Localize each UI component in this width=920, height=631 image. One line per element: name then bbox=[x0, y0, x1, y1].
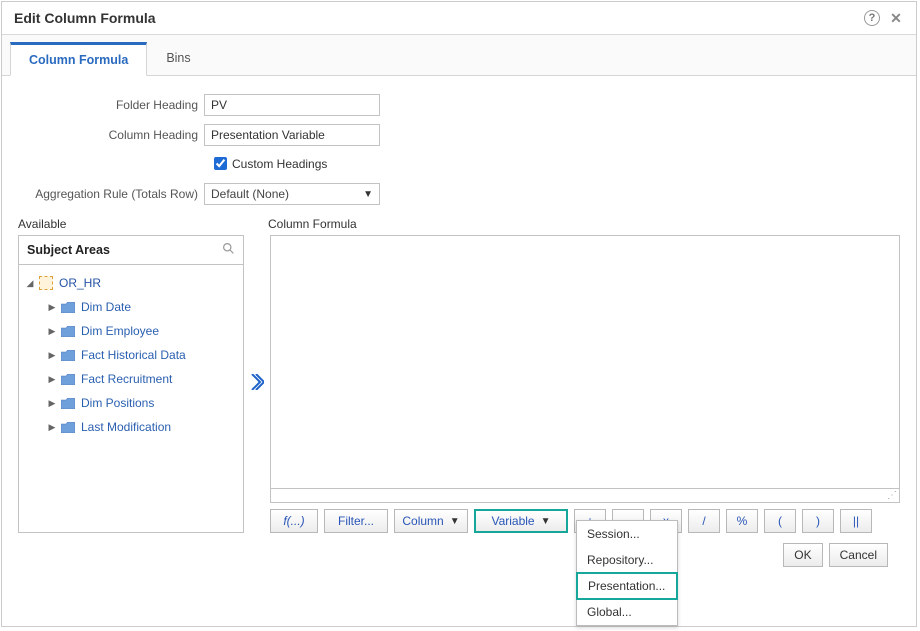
folder-heading-label: Folder Heading bbox=[18, 98, 204, 112]
close-icon[interactable]: ✕ bbox=[888, 10, 904, 26]
shuttle-right-button[interactable] bbox=[250, 374, 264, 395]
folder-icon bbox=[61, 398, 75, 409]
variable-button[interactable]: Variable ▼ bbox=[474, 509, 568, 533]
subject-areas-header: Subject Areas bbox=[18, 235, 244, 265]
tree-node-label: Last Modification bbox=[81, 420, 171, 434]
shuttle bbox=[244, 235, 270, 533]
folder-icon bbox=[61, 326, 75, 337]
custom-headings-label: Custom Headings bbox=[232, 157, 327, 171]
tab-bins[interactable]: Bins bbox=[147, 42, 209, 76]
column-heading-label: Column Heading bbox=[18, 128, 204, 142]
column-formula-textarea[interactable] bbox=[270, 235, 900, 489]
expand-icon[interactable]: ▶ bbox=[47, 302, 57, 313]
column-formula-label: Column Formula bbox=[268, 217, 357, 231]
expand-icon[interactable]: ▶ bbox=[47, 350, 57, 361]
expand-icon[interactable]: ▶ bbox=[47, 326, 57, 337]
search-icon[interactable] bbox=[222, 242, 235, 258]
column-button-label: Column bbox=[402, 514, 443, 528]
op-pct-button[interactable]: % bbox=[726, 509, 758, 533]
available-label: Available bbox=[18, 217, 268, 231]
variable-menu-repository[interactable]: Repository... bbox=[577, 547, 677, 573]
tree-node-last-modification[interactable]: ▶ Last Modification bbox=[21, 415, 241, 439]
tree-node-label: Dim Positions bbox=[81, 396, 154, 410]
op-lparen-button[interactable]: ( bbox=[764, 509, 796, 533]
tab-column-formula[interactable]: Column Formula bbox=[10, 42, 147, 76]
dialog-footer: OK Cancel bbox=[18, 533, 900, 577]
tree-node-label: Dim Employee bbox=[81, 324, 159, 338]
op-rparen-button[interactable]: ) bbox=[802, 509, 834, 533]
folder-heading-input[interactable] bbox=[204, 94, 380, 116]
expand-icon[interactable]: ▶ bbox=[47, 422, 57, 433]
tree-node-dim-employee[interactable]: ▶ Dim Employee bbox=[21, 319, 241, 343]
tree-root-label: OR_HR bbox=[59, 276, 101, 290]
folder-icon bbox=[61, 302, 75, 313]
dialog-title: Edit Column Formula bbox=[14, 10, 856, 26]
fx-button[interactable]: f(...) bbox=[270, 509, 318, 533]
folder-icon bbox=[61, 422, 75, 433]
edit-column-formula-dialog: Edit Column Formula ? ✕ Column Formula B… bbox=[1, 1, 917, 627]
tab-bar: Column Formula Bins bbox=[2, 35, 916, 76]
op-pipes-button[interactable]: || bbox=[840, 509, 872, 533]
tree-root[interactable]: ◢ OR_HR bbox=[21, 271, 241, 295]
tree-node-fact-recruitment[interactable]: ▶ Fact Recruitment bbox=[21, 367, 241, 391]
tree-node-label: Fact Historical Data bbox=[81, 348, 186, 362]
column-heading-input[interactable] bbox=[204, 124, 380, 146]
chevron-down-icon: ▼ bbox=[450, 516, 460, 527]
subject-areas-tree[interactable]: ◢ OR_HR ▶ Dim Date ▶ Dim Employee bbox=[18, 265, 244, 533]
expand-icon[interactable]: ▶ bbox=[47, 398, 57, 409]
aggregation-select[interactable]: Default (None) ▼ bbox=[204, 183, 380, 205]
tree-node-dim-positions[interactable]: ▶ Dim Positions bbox=[21, 391, 241, 415]
resize-grip[interactable]: ⋰ bbox=[270, 489, 900, 503]
folder-icon bbox=[61, 350, 75, 361]
subject-area-icon bbox=[39, 276, 53, 290]
folder-icon bbox=[61, 374, 75, 385]
column-button[interactable]: Column ▼ bbox=[394, 509, 468, 533]
help-icon[interactable]: ? bbox=[864, 10, 880, 26]
dialog-body: Folder Heading Column Heading Custom Hea… bbox=[2, 76, 916, 626]
tree-node-fact-historical[interactable]: ▶ Fact Historical Data bbox=[21, 343, 241, 367]
chevron-down-icon: ▼ bbox=[541, 516, 551, 527]
aggregation-label: Aggregation Rule (Totals Row) bbox=[18, 187, 204, 201]
collapse-icon[interactable]: ◢ bbox=[25, 278, 35, 289]
variable-button-label: Variable bbox=[491, 514, 534, 528]
variable-menu-presentation[interactable]: Presentation... bbox=[576, 572, 678, 600]
custom-headings-checkbox[interactable] bbox=[214, 157, 227, 170]
variable-dropdown: Session... Repository... Presentation...… bbox=[576, 520, 678, 626]
cancel-button[interactable]: Cancel bbox=[829, 543, 888, 567]
variable-menu-global[interactable]: Global... bbox=[577, 599, 677, 625]
aggregation-value: Default (None) bbox=[211, 187, 289, 201]
tree-node-label: Fact Recruitment bbox=[81, 372, 172, 386]
op-div-button[interactable]: / bbox=[688, 509, 720, 533]
tree-node-label: Dim Date bbox=[81, 300, 131, 314]
expand-icon[interactable]: ▶ bbox=[47, 374, 57, 385]
tree-node-dim-date[interactable]: ▶ Dim Date bbox=[21, 295, 241, 319]
chevron-down-icon: ▼ bbox=[363, 189, 373, 200]
formula-panel: ⋰ f(...) Filter... Column ▼ Variable ▼ +… bbox=[270, 235, 900, 533]
filter-button[interactable]: Filter... bbox=[324, 509, 388, 533]
available-panel: Subject Areas ◢ OR_HR ▶ Dim Date bbox=[18, 235, 244, 533]
dialog-titlebar: Edit Column Formula ? ✕ bbox=[2, 2, 916, 35]
ok-button[interactable]: OK bbox=[783, 543, 822, 567]
variable-menu-session[interactable]: Session... bbox=[577, 521, 677, 547]
subject-areas-title: Subject Areas bbox=[27, 243, 110, 257]
